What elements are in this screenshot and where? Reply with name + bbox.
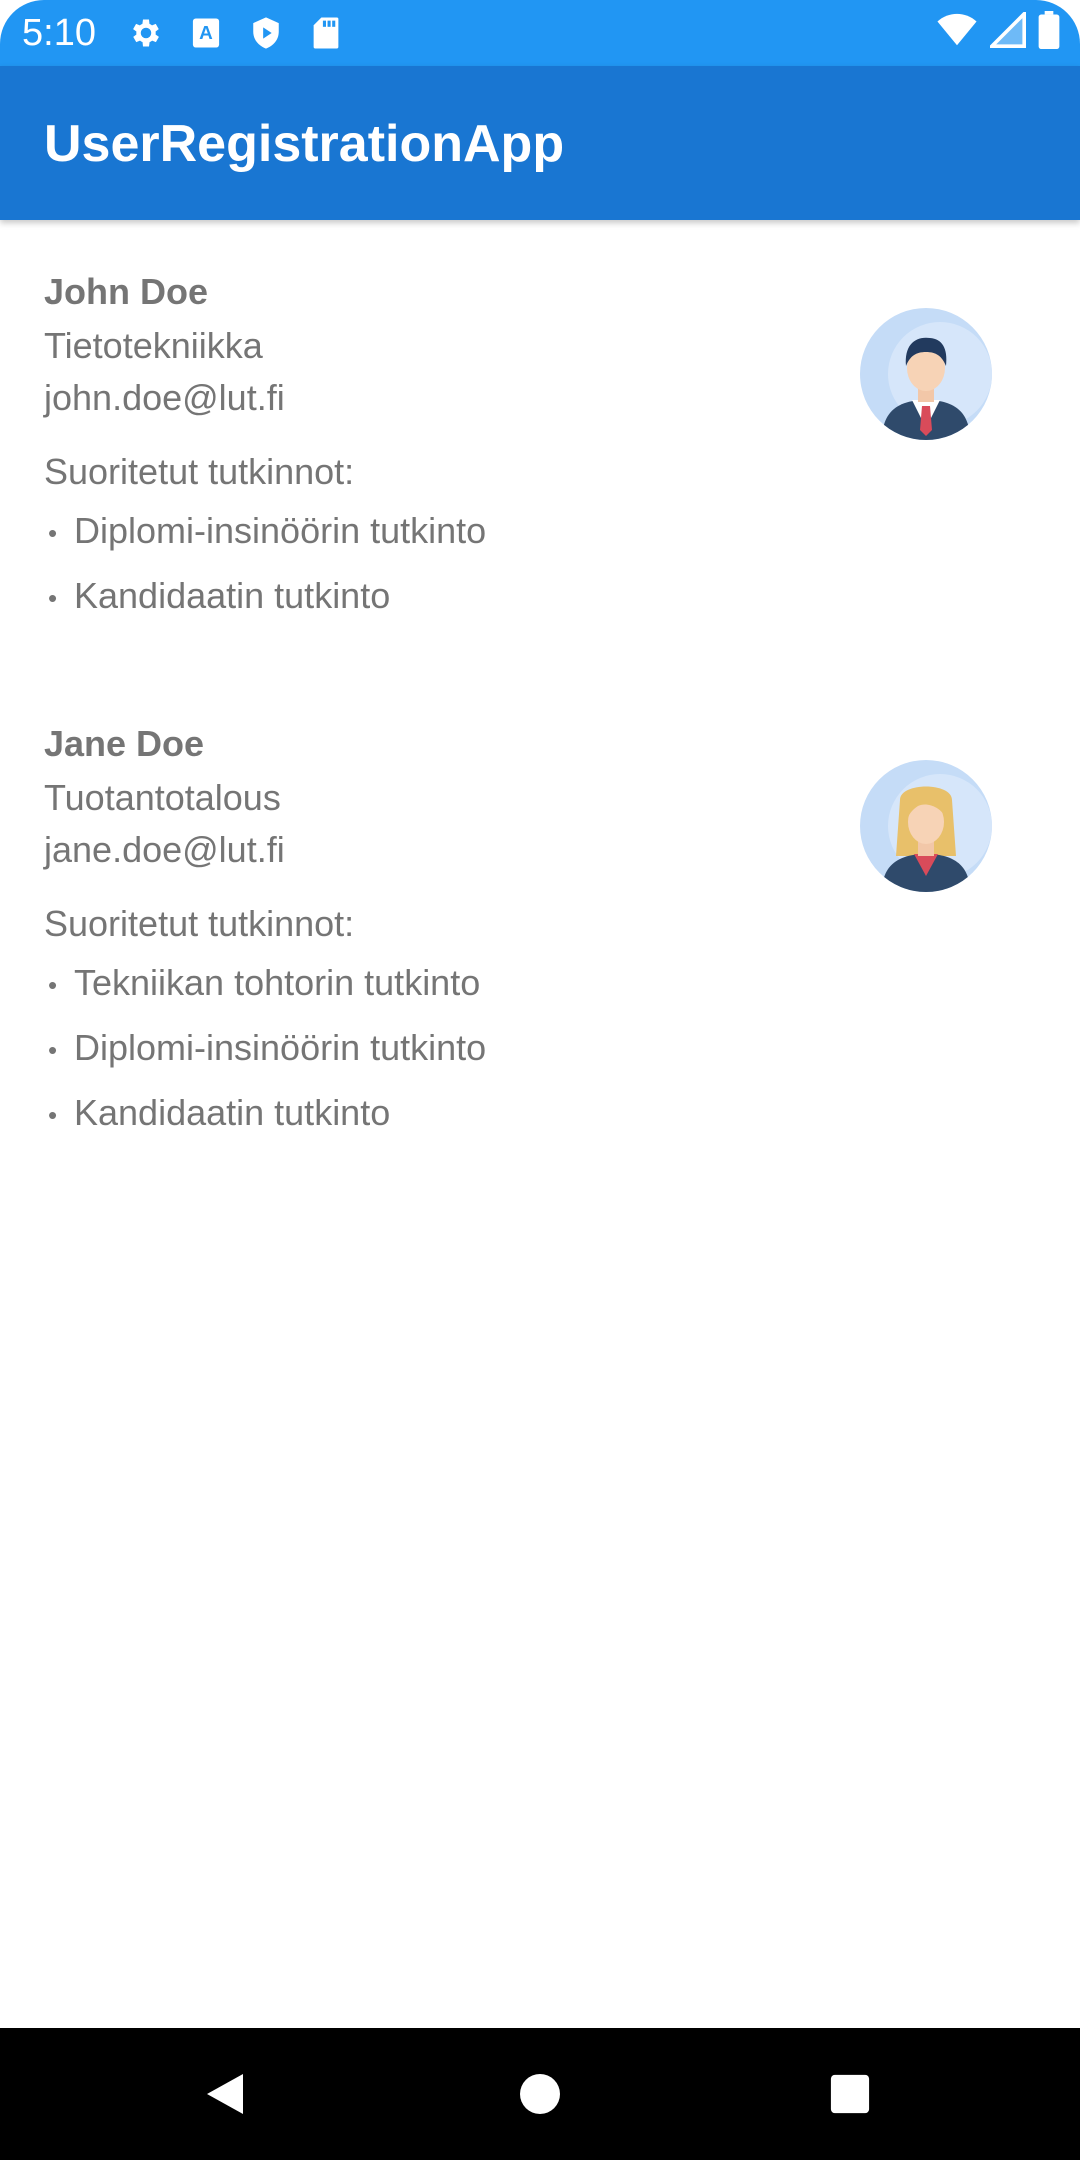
home-icon[interactable]	[510, 2064, 570, 2124]
user-email: john.doe@lut.fi	[44, 377, 285, 418]
degree-item: • Tekniikan tohtorin tutkinto	[48, 961, 480, 1007]
wifi-icon	[936, 13, 978, 52]
user-email: jane.doe@lut.fi	[44, 829, 285, 870]
sd-card-icon	[306, 13, 346, 53]
user-department: Tietotekniikka	[44, 325, 263, 366]
degree-text: Diplomi-insinöörin tutkinto	[74, 510, 487, 551]
degree-item: • Diplomi-insinöörin tutkinto	[48, 1026, 486, 1072]
degrees-label: Suoritetut tutkinnot:	[44, 903, 355, 944]
degree-text: Kandidaatin tutkinto	[74, 575, 391, 616]
status-icons-left: A	[126, 13, 346, 53]
text-a-icon: A	[186, 13, 226, 53]
female-avatar-icon	[860, 760, 992, 892]
status-icons-right	[936, 9, 1060, 54]
app-title: UserRegistrationApp	[44, 115, 565, 173]
degrees-label: Suoritetut tutkinnot:	[44, 451, 355, 492]
bullet: •	[48, 970, 58, 1001]
degree-item: • Kandidaatin tutkinto	[48, 574, 390, 620]
play-protect-icon	[246, 13, 286, 53]
bullet: •	[48, 1035, 58, 1066]
cell-signal-icon	[987, 9, 1026, 53]
degree-item: • Diplomi-insinöörin tutkinto	[48, 509, 486, 555]
app-bar: UserRegistrationApp	[0, 66, 1080, 220]
user-name: Jane Doe	[44, 723, 205, 764]
user-name: John Doe	[44, 271, 209, 312]
degree-text: Diplomi-insinöörin tutkinto	[74, 1027, 487, 1068]
bullet: •	[48, 583, 58, 614]
status-time: 5:10	[22, 12, 96, 54]
navigation-bar	[0, 2028, 1080, 2160]
degree-item: • Kandidaatin tutkinto	[48, 1091, 390, 1137]
bullet: •	[48, 1100, 58, 1131]
degree-text: Tekniikan tohtorin tutkinto	[74, 962, 481, 1003]
user-department: Tuotantotalous	[44, 777, 281, 818]
degree-text: Kandidaatin tutkinto	[74, 1092, 391, 1133]
bullet: •	[48, 518, 58, 549]
status-bar: 5:10 A	[0, 0, 1080, 66]
recents-icon[interactable]	[820, 2064, 880, 2124]
gear-icon	[126, 13, 166, 53]
male-avatar-icon	[860, 308, 992, 440]
battery-icon	[1038, 11, 1060, 54]
back-icon[interactable]	[195, 2064, 255, 2124]
svg-text:A: A	[199, 23, 213, 44]
